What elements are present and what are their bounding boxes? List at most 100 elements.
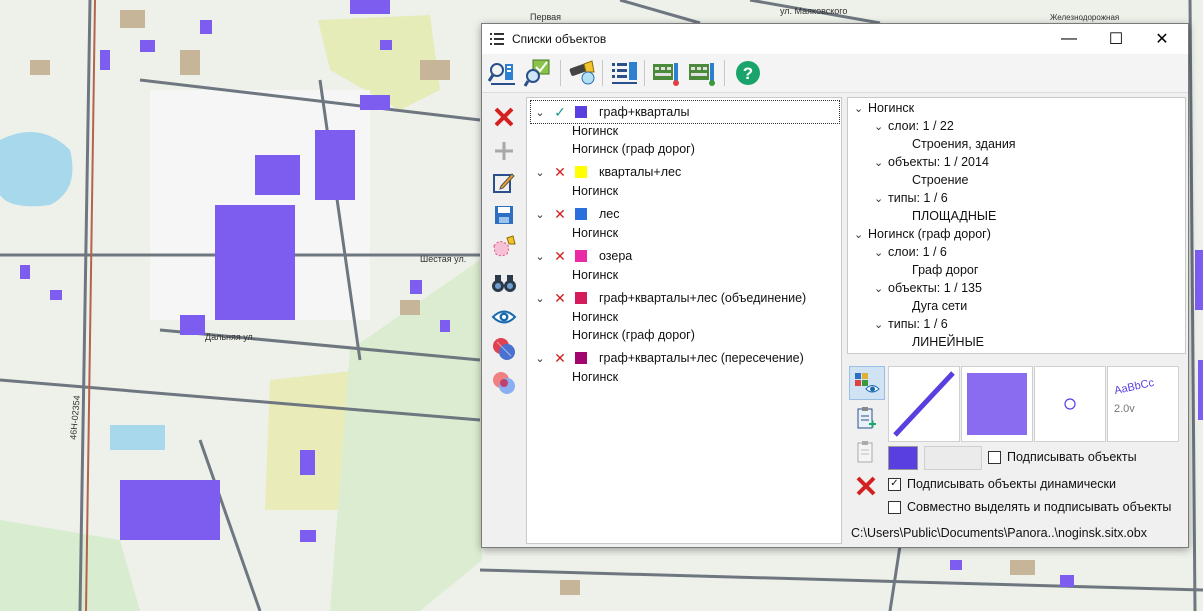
color-swatch: [575, 292, 587, 304]
cross-icon[interactable]: ✕: [551, 164, 569, 181]
tree-node-label: объекты: 1 / 135: [888, 281, 982, 295]
add-icon[interactable]: [486, 136, 522, 166]
chevron-down-icon[interactable]: ⌄: [533, 352, 547, 365]
minimize-button[interactable]: —: [1046, 24, 1092, 54]
layer-view-icon[interactable]: [849, 366, 885, 400]
tree-node[interactable]: ⌄ типы: 1 / 6: [874, 191, 948, 209]
object-lists-panel[interactable]: ⌄ ✓ граф+кварталы Ногинск Ногинск (граф …: [526, 97, 842, 544]
list-view-icon[interactable]: [608, 57, 640, 89]
chevron-down-icon[interactable]: ⌄: [533, 166, 547, 179]
cross-icon[interactable]: ✕: [551, 248, 569, 265]
list-item[interactable]: Ногинск (граф дорог): [572, 142, 695, 160]
toolbar-separator: [644, 60, 645, 86]
check-icon[interactable]: ✓: [551, 104, 569, 121]
tree-node-label: Ногинск: [868, 101, 915, 115]
list-item[interactable]: Ногинск: [572, 226, 618, 244]
chevron-down-icon[interactable]: ⌄: [533, 292, 547, 305]
tree-node[interactable]: ⌄ Ногинск: [854, 101, 914, 119]
point-style-preview[interactable]: [1034, 366, 1106, 442]
chevron-down-icon[interactable]: ⌄: [533, 250, 547, 263]
clear-style-icon[interactable]: [849, 470, 883, 502]
edit-icon[interactable]: [486, 168, 522, 198]
tree-node[interactable]: ⌄ объекты: 1 / 2014: [874, 155, 989, 173]
list-name: граф+кварталы+лес (пересечение): [599, 351, 804, 365]
tree-leaf[interactable]: Строения, здания: [912, 137, 1016, 155]
binoculars-icon[interactable]: [486, 268, 522, 298]
paste-style-icon[interactable]: [849, 402, 883, 434]
close-button[interactable]: ✕: [1139, 24, 1185, 54]
tree-node[interactable]: ⌄ Ногинск (граф дорог): [854, 227, 991, 245]
tree-node-label: типы: 1 / 6: [888, 317, 948, 331]
list-item[interactable]: Ногинск: [572, 184, 618, 202]
map-label: Дальняя ул.: [205, 332, 255, 342]
list-name: озера: [599, 249, 633, 263]
map-export-icon[interactable]: [650, 57, 682, 89]
tree-leaf[interactable]: Граф дорог: [912, 263, 978, 281]
chevron-down-icon[interactable]: ⌄: [854, 102, 868, 115]
text-size-label: 2.0v: [1114, 403, 1135, 415]
help-icon[interactable]: ?: [732, 57, 764, 89]
chevron-down-icon[interactable]: ⌄: [874, 120, 888, 133]
svg-text:?: ?: [743, 64, 753, 83]
list-item[interactable]: Ногинск (граф дорог): [572, 328, 695, 346]
tree-leaf[interactable]: ЛИНЕЙНЫЕ: [912, 335, 984, 353]
highlight-area-icon[interactable]: [486, 232, 522, 262]
chevron-down-icon[interactable]: ⌄: [874, 318, 888, 331]
list-row-3[interactable]: ⌄ ✕ озера: [527, 246, 632, 266]
list-row-2[interactable]: ⌄ ✕ лес: [527, 204, 619, 224]
map-import-icon[interactable]: [686, 57, 718, 89]
chevron-down-icon[interactable]: ⌄: [874, 246, 888, 259]
chevron-down-icon[interactable]: ⌄: [854, 228, 868, 241]
checkbox-box[interactable]: [988, 450, 1001, 464]
delete-icon[interactable]: [486, 102, 522, 132]
cross-icon[interactable]: ✕: [551, 290, 569, 307]
chevron-down-icon[interactable]: ⌄: [874, 156, 888, 169]
main-color-button[interactable]: [888, 446, 918, 470]
list-item[interactable]: Ногинск: [572, 268, 618, 286]
find-object-icon[interactable]: [522, 57, 554, 89]
line-style-preview[interactable]: [888, 366, 960, 442]
checkbox-label: Подписывать объекты динамически: [907, 477, 1116, 491]
select-and-sign-checkbox[interactable]: Совместно выделять и подписывать объекты: [888, 500, 1171, 514]
cross-icon[interactable]: ✕: [551, 350, 569, 367]
union-icon[interactable]: [486, 334, 522, 364]
chevron-down-icon[interactable]: ⌄: [874, 282, 888, 295]
tree-leaf[interactable]: ПЛОЩАДНЫЕ: [912, 209, 996, 227]
sign-objects-checkbox[interactable]: Подписывать объекты: [988, 450, 1137, 464]
flashlight-icon[interactable]: [566, 57, 598, 89]
sign-dynamic-checkbox[interactable]: ✓ Подписывать объекты динамически: [888, 477, 1116, 491]
chevron-down-icon[interactable]: ⌄: [874, 192, 888, 205]
check-mark-icon[interactable]: ✓: [888, 477, 901, 491]
area-style-preview[interactable]: [961, 366, 1033, 442]
info-tree-panel[interactable]: ⌄ Ногинск ⌄ слои: 1 / 22 Строения, здания …: [847, 97, 1186, 354]
search-layers-icon[interactable]: [486, 57, 518, 89]
chevron-down-icon[interactable]: ⌄: [533, 106, 547, 119]
tree-node[interactable]: ⌄ слои: 1 / 22: [874, 119, 954, 137]
list-row-4[interactable]: ⌄ ✕ граф+кварталы+лес (объединение): [527, 288, 806, 308]
eye-icon[interactable]: [486, 302, 522, 332]
tree-node[interactable]: ⌄ слои: 1 / 6: [874, 245, 947, 263]
list-item[interactable]: Ногинск: [572, 370, 618, 388]
tree-leaf[interactable]: Дуга сети: [912, 299, 967, 317]
list-item[interactable]: Ногинск: [572, 310, 618, 328]
map-label: Железнодорожная: [1050, 13, 1119, 22]
clipboard-icon[interactable]: [849, 436, 883, 468]
maximize-button[interactable]: ☐: [1093, 24, 1139, 54]
list-item[interactable]: Ногинск: [572, 124, 618, 142]
text-style-preview[interactable]: AaBbCc 2.0v: [1107, 366, 1179, 442]
save-icon[interactable]: [486, 200, 522, 230]
list-row-1[interactable]: ⌄ ✕ кварталы+лес: [527, 162, 681, 182]
chevron-down-icon[interactable]: ⌄: [533, 208, 547, 221]
secondary-color-button[interactable]: [924, 446, 982, 470]
intersection-icon[interactable]: [486, 368, 522, 398]
list-name: граф+кварталы+лес (объединение): [599, 291, 807, 305]
list-row-5[interactable]: ⌄ ✕ граф+кварталы+лес (пересечение): [527, 348, 804, 368]
list-row-0[interactable]: ⌄ ✓ граф+кварталы: [527, 102, 689, 122]
checkbox-box[interactable]: [888, 500, 901, 514]
cross-icon[interactable]: ✕: [551, 206, 569, 223]
map-label: ул. Маяковского: [780, 6, 847, 16]
tree-node[interactable]: ⌄ типы: 1 / 6: [874, 317, 948, 335]
title-bar[interactable]: Списки объектов — ☐ ✕: [482, 24, 1188, 54]
tree-node[interactable]: ⌄ объекты: 1 / 135: [874, 281, 982, 299]
tree-leaf[interactable]: Строение: [912, 173, 968, 191]
